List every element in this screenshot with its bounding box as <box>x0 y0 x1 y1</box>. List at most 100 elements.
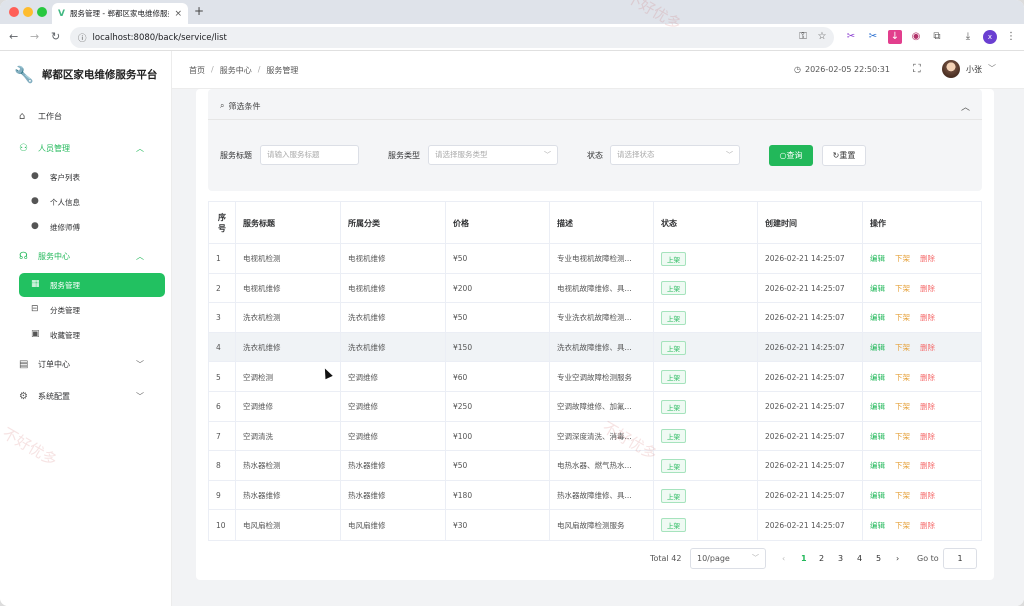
delete-button[interactable]: 删除 <box>920 460 935 471</box>
avatar[interactable] <box>942 60 960 78</box>
key-icon[interactable]: ⚿ <box>796 30 810 44</box>
delete-button[interactable]: 删除 <box>920 431 935 442</box>
puzzle-icon[interactable]: ⧉ <box>930 30 944 44</box>
cell-no: 10 <box>209 510 236 540</box>
sidebar-subitem-categories[interactable]: ⊟ 分类管理 <box>0 299 172 321</box>
page-2-button[interactable]: 2 <box>819 554 824 563</box>
offline-button[interactable]: 下架 <box>895 342 910 353</box>
delete-button[interactable]: 删除 <box>920 490 935 501</box>
goto-page-input[interactable]: 1 <box>943 548 977 569</box>
reset-button[interactable]: ↻重置 <box>822 145 866 166</box>
edit-button[interactable]: 编辑 <box>870 431 885 442</box>
sidebar-subitem-service-management[interactable]: ▦ 服务管理 <box>19 273 165 297</box>
column-header-description: 描述 <box>550 202 654 244</box>
sidebar-item-service-center[interactable]: ☊ 服务中心 ︿ <box>0 244 172 268</box>
bookmark-star-icon[interactable]: ☆ <box>815 30 829 44</box>
query-button-label: 查询 <box>786 151 803 160</box>
new-tab-button[interactable]: + <box>194 4 204 18</box>
offline-button[interactable]: 下架 <box>895 312 910 323</box>
page-1-button[interactable]: 1 <box>801 554 807 563</box>
more-menu-icon[interactable]: ⋮ <box>1004 30 1018 44</box>
offline-button[interactable]: 下架 <box>895 253 910 264</box>
offline-button[interactable]: 下架 <box>895 372 910 383</box>
username[interactable]: 小张 <box>966 64 982 75</box>
edit-button[interactable]: 编辑 <box>870 283 885 294</box>
column-header-no: 序号 <box>209 202 236 244</box>
cell-status: 上架 <box>654 303 758 333</box>
edit-button[interactable]: 编辑 <box>870 520 885 531</box>
edit-button[interactable]: 编辑 <box>870 342 885 353</box>
offline-button[interactable]: 下架 <box>895 401 910 412</box>
reload-icon[interactable]: ↻ <box>51 30 60 43</box>
downloads-icon[interactable]: ⤓ <box>961 30 975 44</box>
delete-button[interactable]: 删除 <box>920 372 935 383</box>
sidebar-item-orders[interactable]: ▤ 订单中心 ﹀ <box>0 352 172 376</box>
page-3-button[interactable]: 3 <box>838 554 843 563</box>
type-filter-select[interactable]: 请选择服务类型 ﹀ <box>428 145 558 165</box>
sidebar-subitem-technicians[interactable]: ● 维修师傅 <box>0 216 172 238</box>
cell-category: 电视机维修 <box>341 244 446 274</box>
offline-button[interactable]: 下架 <box>895 460 910 471</box>
download-extension-icon[interactable]: ↓ <box>888 30 902 44</box>
table-row: 3 洗衣机检测 洗衣机维修 ¥50 专业洗衣机故障检测... 上架 2026-02-21 1… <box>209 303 981 333</box>
sidebar-item-dashboard[interactable]: ⌂ 工作台 <box>0 104 172 128</box>
url-bar[interactable]: ⓘ localhost:8080/back/service/list <box>70 27 834 48</box>
breadcrumb-service-center[interactable]: 服务中心 <box>220 65 252 76</box>
maximize-window-button[interactable] <box>37 7 47 17</box>
edit-button[interactable]: 编辑 <box>870 312 885 323</box>
delete-button[interactable]: 删除 <box>920 283 935 294</box>
browser-tab[interactable]: V 服务管理 - 郸都区家电维修服务平台 × <box>52 3 188 24</box>
cell-created: 2026-02-21 14:25:07 <box>758 362 863 392</box>
forward-icon[interactable]: → <box>30 30 39 43</box>
cell-status: 上架 <box>654 421 758 452</box>
fullscreen-icon[interactable]: ⛶ <box>913 62 921 76</box>
delete-button[interactable]: 删除 <box>920 342 935 353</box>
offline-button[interactable]: 下架 <box>895 520 910 531</box>
cell-desc: 电热水器、燃气热水... <box>550 451 654 481</box>
page-4-button[interactable]: 4 <box>857 554 862 563</box>
status-filter-select[interactable]: 请选择状态 ﹀ <box>610 145 740 165</box>
scissors-extension-icon[interactable]: ✂ <box>844 30 858 44</box>
page-5-button[interactable]: 5 <box>876 554 881 563</box>
sidebar-item-label: 服务管理 <box>50 281 80 290</box>
clock-icon: ◷ <box>794 65 801 74</box>
chevron-up-icon[interactable]: ︿ <box>961 100 970 113</box>
delete-button[interactable]: 删除 <box>920 520 935 531</box>
delete-button[interactable]: 删除 <box>920 253 935 264</box>
column-header-actions: 操作 <box>870 218 886 228</box>
query-button[interactable]: ○查询 <box>769 145 813 166</box>
next-page-icon[interactable]: › <box>896 554 899 563</box>
sidebar-item-settings[interactable]: ⚙ 系统配置 ﹀ <box>0 384 172 408</box>
filter-title: 筛选条件 <box>228 102 261 111</box>
prev-page-icon[interactable]: ‹ <box>782 554 785 563</box>
close-tab-icon[interactable]: × <box>174 9 182 19</box>
chevron-up-icon: ︿ <box>136 251 144 261</box>
sidebar-subitem-profile[interactable]: ● 个人信息 <box>0 191 172 213</box>
edit-button[interactable]: 编辑 <box>870 460 885 471</box>
edit-button[interactable]: 编辑 <box>870 372 885 383</box>
profile-avatar[interactable]: x <box>983 30 997 44</box>
site-info-icon[interactable]: ⓘ <box>78 32 87 44</box>
page-size-select[interactable]: 10/page ﹀ <box>690 548 766 569</box>
back-icon[interactable]: ← <box>9 30 18 43</box>
camera-extension-icon[interactable]: ◉ <box>909 30 923 44</box>
chevron-down-icon[interactable]: ﹀ <box>988 63 996 74</box>
minimize-window-button[interactable] <box>23 7 33 17</box>
edit-button[interactable]: 编辑 <box>870 490 885 501</box>
offline-button[interactable]: 下架 <box>895 283 910 294</box>
title-filter-input[interactable]: 请输入服务标题 <box>260 145 359 165</box>
close-window-button[interactable] <box>9 7 19 17</box>
offline-button[interactable]: 下架 <box>895 490 910 501</box>
delete-button[interactable]: 删除 <box>920 401 935 412</box>
edit-button[interactable]: 编辑 <box>870 401 885 412</box>
cut-extension-icon[interactable]: ✂ <box>866 30 880 44</box>
offline-button[interactable]: 下架 <box>895 431 910 442</box>
sidebar-item-personnel[interactable]: ⚇ 人员管理 ︿ <box>0 136 172 160</box>
cell-status: 上架 <box>654 362 758 392</box>
delete-button[interactable]: 删除 <box>920 312 935 323</box>
sidebar-subitem-favorites[interactable]: ▣ 收藏管理 <box>0 324 172 346</box>
edit-button[interactable]: 编辑 <box>870 253 885 264</box>
cell-no: 7 <box>209 421 236 452</box>
sidebar-subitem-customers[interactable]: ● 客户列表 <box>0 166 172 188</box>
breadcrumb-home[interactable]: 首页 <box>189 65 205 76</box>
